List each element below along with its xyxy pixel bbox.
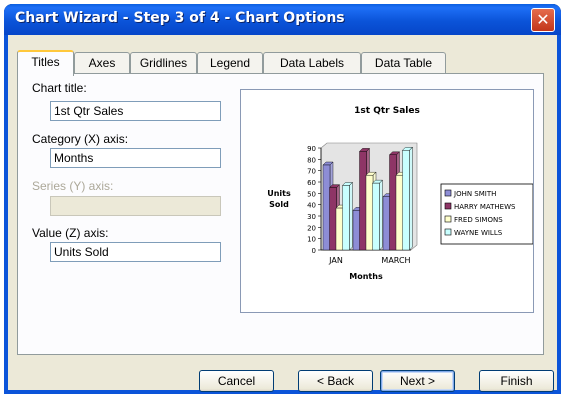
bar [395,174,404,251]
tab-data-labels[interactable]: Data Labels [263,52,361,73]
legend-swatch [444,189,452,197]
tab-data-table[interactable]: Data Table [361,52,446,73]
tab-legend[interactable]: Legend [197,52,263,73]
close-icon: ✕ [536,10,550,29]
chart-preview-svg: 1st Qtr Sales Units Sold 0 10 20 30 40 50 60 70 80 9… [267,106,534,281]
series-axis-label: Series (Y) axis: [32,179,114,193]
value-axis-input[interactable]: Units Sold [50,242,221,262]
window-border-right [557,35,561,394]
window-border-left [4,35,8,394]
tab-axes[interactable]: Axes [74,52,130,73]
bar [352,210,361,251]
y-tick-label: 90 [307,145,316,153]
legend-swatch [444,215,452,223]
chart-title-input[interactable]: 1st Qtr Sales [50,101,221,121]
tab-titles[interactable]: Titles [17,50,74,76]
y-tick-label: 20 [307,224,316,232]
legend-entry: JOHN SMITH [453,190,496,198]
chart-preview: 1st Qtr Sales Units Sold 0 10 20 30 40 50 60 70 80 9… [240,89,534,313]
y-tick-label: 80 [307,156,316,164]
series-axis-input [50,196,221,216]
bar [372,182,380,251]
bar [365,174,374,251]
y-tick-label: 50 [307,190,316,198]
y-tick-label: 60 [307,179,316,187]
legend-swatch [444,228,452,236]
bar-side [349,181,353,251]
title-bar[interactable]: Chart Wizard - Step 3 of 4 - Chart Optio… [4,4,561,35]
x-axis-label: Months [349,272,383,281]
y-axis-label: Units [267,189,291,198]
back-button[interactable]: < Back [298,370,373,392]
legend-entry: WAYNE WILLS [454,229,503,237]
cancel-button[interactable]: Cancel [199,370,274,392]
bar [402,150,410,251]
value-axis-label: Value (Z) axis: [32,226,109,240]
x-tick-label: MARCH [381,256,410,265]
chart-title: 1st Qtr Sales [354,106,420,116]
x-tick-label: JAN [328,256,343,265]
category-axis-label: Category (X) axis: [32,132,129,146]
bar [335,207,344,251]
legend-entry: FRED SIMONS [454,216,503,224]
legend-entry: HARRY MATHEWS [454,203,516,211]
y-tick-label: 40 [307,202,316,210]
bar [382,196,391,251]
bar-side [409,146,413,251]
window-border-bottom [4,390,561,394]
y-tick-label: 0 [312,247,316,255]
category-axis-input[interactable]: Months [50,148,221,168]
finish-button[interactable]: Finish [479,370,554,392]
bar [342,185,350,251]
bar-side [379,179,383,251]
y-axis-label: Sold [269,200,289,209]
tab-gridlines[interactable]: Gridlines [130,52,197,73]
bar [389,154,397,251]
bar [329,187,337,251]
window-title: Chart Wizard - Step 3 of 4 - Chart Optio… [15,10,345,26]
close-button[interactable]: ✕ [531,8,555,32]
y-tick-label: 70 [307,168,316,176]
y-tick-label: 10 [307,236,316,244]
bar [359,151,367,251]
chart-title-label: Chart title: [32,81,87,95]
bar [322,164,331,251]
legend-swatch [444,202,452,210]
y-tick-label: 30 [307,213,316,221]
next-button[interactable]: Next > [380,370,455,392]
